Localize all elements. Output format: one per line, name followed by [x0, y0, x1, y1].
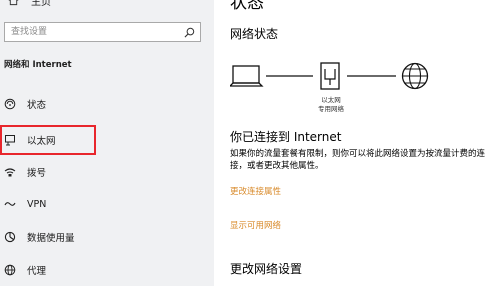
sidebar-item-vpn[interactable]: VPN — [0, 190, 214, 218]
status-icon — [3, 97, 17, 111]
proxy-icon — [3, 263, 17, 277]
search-box[interactable] — [4, 22, 201, 42]
sidebar-item-label: 数据使用量 — [27, 233, 75, 244]
change-network-settings-heading: 更改网络设置 — [230, 262, 303, 276]
ethernet-label-name: 以太网 — [321, 96, 341, 104]
sidebar-item-label: 拨号 — [27, 168, 47, 179]
ethernet-port-icon — [320, 62, 340, 90]
nav-home-label: 主页 — [31, 0, 51, 8]
home-icon — [8, 0, 19, 5]
page-title: 状态 — [230, 0, 264, 13]
sidebar-item-dialup[interactable]: 拨号 — [0, 158, 214, 186]
main-panel: 状态 网络状态 以太网 专用网络 你已连接到 Internet 如果你的流量套餐… — [214, 0, 499, 286]
ethernet-label: 以太网 专用网络 — [314, 96, 348, 114]
search-icon[interactable] — [184, 27, 195, 38]
sidebar-item-label: VPN — [27, 198, 47, 210]
connected-heading: 你已连接到 Internet — [230, 130, 342, 144]
nav-home[interactable]: 主页 — [8, 0, 51, 10]
sidebar: 主页 网络和 Internet 状态 以太网 拨号 VPN — [0, 0, 214, 286]
data-usage-icon — [3, 230, 17, 244]
dialup-icon — [3, 165, 17, 179]
sidebar-item-proxy[interactable]: 代理 — [0, 256, 214, 284]
show-available-networks-link[interactable]: 显示可用网络 — [230, 219, 281, 231]
globe-icon — [401, 62, 429, 90]
sidebar-item-status[interactable]: 状态 — [0, 90, 214, 118]
laptop-icon — [230, 65, 264, 87]
ethernet-label-type: 专用网络 — [318, 105, 344, 113]
vpn-icon — [3, 197, 17, 211]
sidebar-item-data-usage[interactable]: 数据使用量 — [0, 223, 214, 251]
sidebar-item-label: 代理 — [27, 266, 47, 277]
connection-description: 如果你的流量套餐有限制，则你可以将此网络设置为按流量计费的连接，或者更改其他属性… — [230, 149, 486, 171]
section-title: 网络和 Internet — [4, 60, 72, 70]
network-status-heading: 网络状态 — [230, 27, 279, 41]
highlight-box — [0, 125, 96, 155]
change-connection-properties-link[interactable]: 更改连接属性 — [230, 185, 281, 197]
search-input[interactable] — [11, 23, 181, 41]
sidebar-item-label: 状态 — [27, 100, 47, 111]
